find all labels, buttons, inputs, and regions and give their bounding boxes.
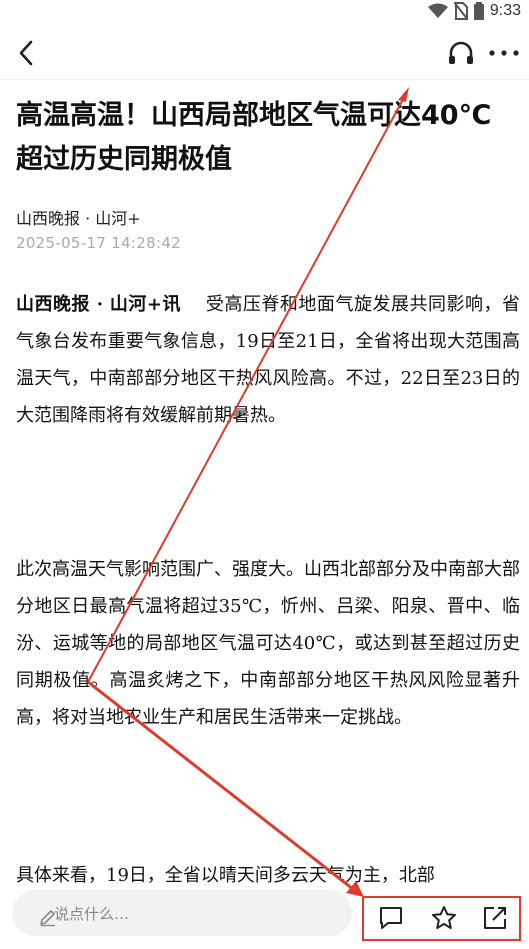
status-time: 9:33 bbox=[489, 2, 521, 19]
paragraph-lead: 山西晚报 · 山河+讯 bbox=[16, 294, 181, 315]
status-icons: 9:33 bbox=[427, 2, 521, 20]
comment-input[interactable]: 说点什么… bbox=[12, 890, 352, 936]
article-date: 2025-05-17 14:28:42 bbox=[16, 234, 182, 252]
battery-icon bbox=[473, 2, 484, 20]
article-paragraph: 山西晚报 · 山河+讯 受高压脊和地面气旋发展共同影响，省气象台发布重要气象信息… bbox=[16, 286, 520, 434]
annotation-box bbox=[362, 896, 521, 941]
more-button[interactable] bbox=[486, 38, 522, 68]
article-source[interactable]: 山西晚报 · 山河+ bbox=[16, 205, 141, 229]
headphones-icon bbox=[449, 41, 473, 64]
article-title: 高温高温！山西局部地区气温可达40℃ 超过历史同期极值 bbox=[16, 100, 492, 175]
no-sim-icon bbox=[453, 2, 468, 20]
more-dots-icon bbox=[489, 50, 519, 56]
article-paragraph: 此次高温天气影响范围广、强度大。山西北部部分及中南部大部分地区日最高气温将超过3… bbox=[16, 559, 520, 728]
status-bar: 9:33 bbox=[0, 0, 529, 26]
top-nav-bar bbox=[0, 26, 529, 80]
listen-button[interactable] bbox=[446, 38, 476, 68]
wifi-icon bbox=[427, 3, 448, 18]
back-button[interactable] bbox=[12, 38, 42, 68]
comment-placeholder: 说点什么… bbox=[54, 905, 130, 923]
back-arrow-icon bbox=[19, 40, 33, 66]
